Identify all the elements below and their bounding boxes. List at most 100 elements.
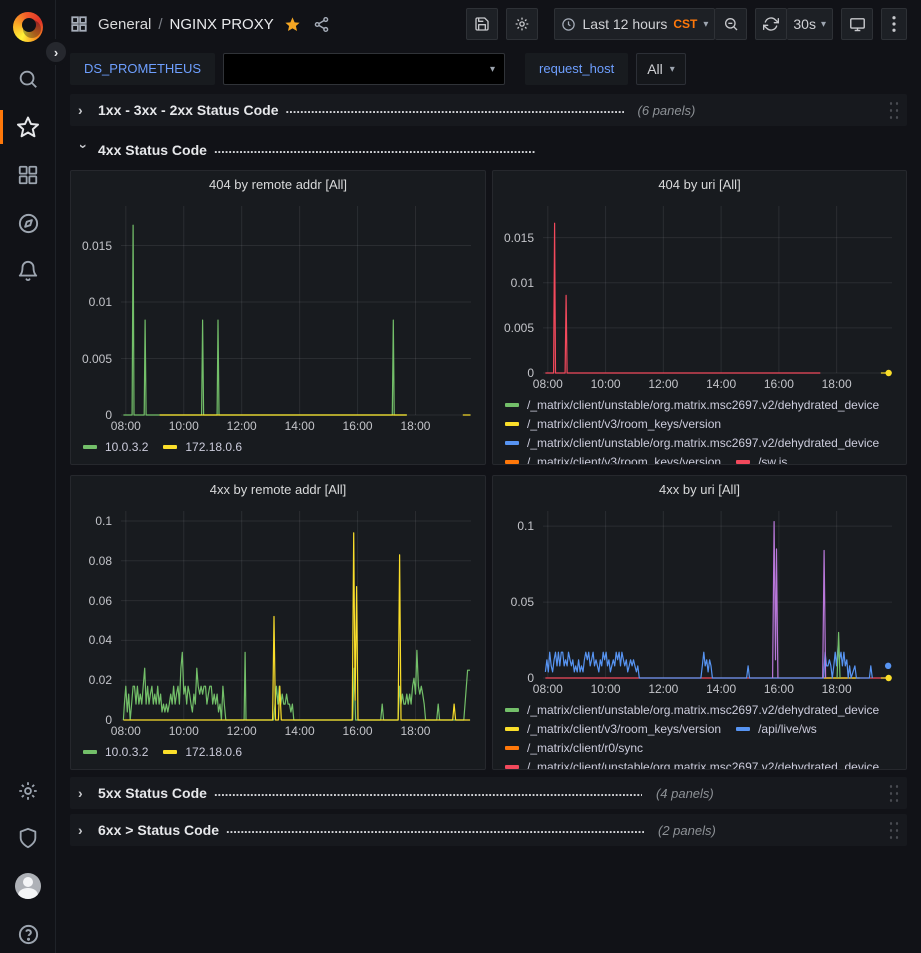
legend-label: 10.0.3.2 [105, 440, 148, 454]
zoom-out-time-button[interactable] [715, 8, 747, 40]
x-axis-tick-label: 10:00 [591, 682, 621, 696]
save-dashboard-button[interactable] [466, 8, 498, 40]
time-series-chart[interactable]: 00.0050.010.01508:0010:0012:0014:0016:00… [497, 198, 902, 392]
y-axis-tick-label: 0.005 [497, 321, 534, 335]
x-axis-tick-label: 12:00 [648, 377, 678, 391]
dashboard-settings-button[interactable] [506, 8, 538, 40]
configuration-gear-icon[interactable] [13, 776, 43, 806]
row-leader-dots: ........................................… [286, 101, 624, 119]
legend-item[interactable]: /_matrix/client/r0/sync [505, 738, 643, 757]
row-drag-handle-icon[interactable] [888, 100, 899, 121]
apps-grid-icon[interactable] [70, 15, 88, 33]
row-header-1xx[interactable]: › 1xx - 3xx - 2xx Status Code ..........… [70, 94, 907, 126]
clock-icon [561, 17, 576, 32]
tv-cycle-view-button[interactable] [841, 8, 873, 40]
legend-label: /_matrix/client/v3/room_keys/version [527, 722, 721, 736]
legend-item[interactable]: /_matrix/client/unstable/org.matrix.msc2… [505, 433, 879, 452]
legend-item[interactable]: /_matrix/client/unstable/org.matrix.msc2… [505, 395, 879, 414]
y-axis-tick-label: 0.01 [497, 276, 534, 290]
legend-item[interactable]: /_matrix/client/v3/room_keys/version [505, 414, 721, 433]
variable-host-value-dropdown[interactable]: All ▾ [636, 53, 686, 85]
panel-title[interactable]: 404 by uri [All] [493, 171, 906, 198]
row-title[interactable]: 1xx - 3xx - 2xx Status Code [98, 102, 279, 118]
x-axis-tick-label: 10:00 [591, 377, 621, 391]
y-axis-tick-label: 0 [497, 366, 534, 380]
row-drag-handle-icon[interactable] [888, 783, 899, 804]
grafana-logo-icon[interactable] [13, 12, 43, 42]
row-title[interactable]: 5xx Status Code [98, 785, 207, 801]
y-axis-tick-label: 0.005 [75, 352, 112, 366]
legend-item[interactable]: 10.0.3.2 [83, 437, 148, 456]
chart-legend: 10.0.3.2 172.18.0.6 [71, 434, 485, 464]
search-icon[interactable] [13, 64, 43, 94]
refresh-interval-dropdown[interactable]: 30s ▾ [787, 8, 833, 40]
x-axis-tick-label: 08:00 [111, 724, 141, 738]
legend-label: /_matrix/client/v3/room_keys/version [527, 417, 721, 431]
panel-4xx-by-remote-addr: 4xx by remote addr [All] 00.020.040.060.… [70, 475, 486, 770]
legend-item[interactable]: /_matrix/client/unstable/org.matrix.msc2… [505, 700, 879, 719]
time-series-chart[interactable]: 00.020.040.060.080.108:0010:0012:0014:00… [75, 503, 481, 739]
row-header-4xx[interactable]: › 4xx Status Code ......................… [70, 134, 907, 166]
variable-ds-label[interactable]: DS_PROMETHEUS [70, 53, 215, 85]
server-admin-shield-icon[interactable] [13, 823, 43, 853]
x-axis-tick-label: 12:00 [227, 419, 257, 433]
legend-label: /_matrix/client/v3/room_keys/version [527, 455, 721, 465]
explore-compass-icon[interactable] [13, 208, 43, 238]
legend-label: /_matrix/client/unstable/org.matrix.msc2… [527, 703, 879, 717]
legend-swatch-icon [736, 727, 750, 731]
user-avatar[interactable] [13, 871, 43, 901]
x-axis-tick-label: 08:00 [111, 419, 141, 433]
refresh-button[interactable] [755, 8, 787, 40]
y-axis-tick-label: 0.015 [75, 239, 112, 253]
legend-swatch-icon [505, 460, 519, 464]
legend-item[interactable]: /_matrix/client/v3/room_keys/version [505, 452, 721, 464]
panel-title[interactable]: 4xx by remote addr [All] [71, 476, 485, 503]
row-title[interactable]: 4xx Status Code [98, 142, 207, 158]
star-icon[interactable] [13, 112, 43, 142]
legend-item[interactable]: /sw.js [736, 452, 787, 464]
dashboards-grid-icon[interactable] [13, 160, 43, 190]
time-range-picker[interactable]: Last 12 hours CST ▾ [554, 8, 716, 40]
legend-item[interactable]: /api/live/ws [736, 719, 817, 738]
breadcrumb-dashboard-title[interactable]: NGINX PROXY [170, 16, 274, 33]
x-axis-tick-label: 08:00 [533, 682, 563, 696]
legend-item[interactable]: 172.18.0.6 [163, 742, 242, 761]
row-drag-handle-icon[interactable] [888, 820, 899, 841]
legend-item[interactable]: /_matrix/client/unstable/org.matrix.msc2… [505, 757, 879, 769]
panel-title[interactable]: 404 by remote addr [All] [71, 171, 485, 198]
kebab-menu-icon[interactable] [881, 8, 907, 40]
x-axis-tick-label: 16:00 [343, 419, 373, 433]
dashboard-canvas: › 1xx - 3xx - 2xx Status Code ..........… [56, 88, 921, 953]
star-favorite-icon[interactable] [284, 16, 301, 33]
time-series-chart[interactable]: 00.050.108:0010:0012:0014:0016:0018:00 [497, 503, 902, 697]
expand-sidebar-chevron-icon[interactable]: › [43, 39, 69, 65]
chart-legend: /_matrix/client/unstable/org.matrix.msc2… [493, 392, 906, 464]
panel-404-by-remote-addr: 404 by remote addr [All] 00.0050.010.015… [70, 170, 486, 465]
alerting-bell-icon[interactable] [13, 256, 43, 286]
legend-item[interactable]: 172.18.0.6 [163, 437, 242, 456]
legend-item[interactable]: /_matrix/client/v3/room_keys/version [505, 719, 721, 738]
help-question-icon[interactable] [13, 919, 43, 949]
variable-ds-value-dropdown[interactable]: ▾ [223, 53, 505, 85]
panel-title[interactable]: 4xx by uri [All] [493, 476, 906, 503]
chart-canvas [75, 503, 481, 739]
row-title[interactable]: 6xx > Status Code [98, 822, 219, 838]
row-header-6xx[interactable]: › 6xx > Status Code ....................… [70, 814, 907, 846]
share-icon[interactable] [313, 16, 330, 33]
chevron-down-icon: ▾ [670, 64, 675, 75]
legend-swatch-icon [505, 746, 519, 750]
chevron-right-icon: › [78, 785, 90, 801]
top-navigation-bar: General / NGINX PROXY Last 12 hours [56, 0, 921, 48]
active-section-indicator [0, 110, 3, 144]
breadcrumb-section[interactable]: General [98, 16, 151, 33]
x-axis-tick-label: 12:00 [648, 682, 678, 696]
x-axis-tick-label: 08:00 [533, 377, 563, 391]
legend-item[interactable]: 10.0.3.2 [83, 742, 148, 761]
y-axis-tick-label: 0.02 [75, 673, 112, 687]
time-series-chart[interactable]: 00.0050.010.01508:0010:0012:0014:0016:00… [75, 198, 481, 434]
panel-4xx-by-uri: 4xx by uri [All] 00.050.108:0010:0012:00… [492, 475, 907, 770]
row-header-5xx[interactable]: › 5xx Status Code ......................… [70, 777, 907, 809]
variable-host-label[interactable]: request_host [525, 53, 628, 85]
y-axis-tick-label: 0 [497, 671, 534, 685]
time-range-label: Last 12 hours [583, 16, 668, 32]
